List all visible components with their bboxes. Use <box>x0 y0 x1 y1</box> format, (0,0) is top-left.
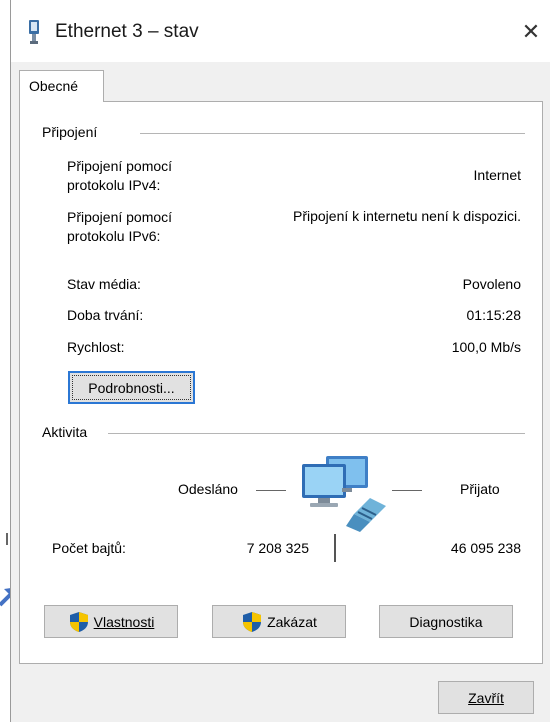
network-computers-icon <box>302 456 386 532</box>
background-edge-mark <box>6 533 8 545</box>
duration-label: Doba trvání: <box>67 307 144 323</box>
sent-connector-line <box>256 490 286 491</box>
sent-label: Odesláno <box>178 481 238 497</box>
close-icon[interactable]: ✕ <box>511 12 550 52</box>
bytes-sent-value: 7 208 325 <box>246 540 309 556</box>
bytes-divider <box>334 534 336 562</box>
activity-section-label: Aktivita <box>42 424 88 440</box>
details-button-label: Podrobnosti... <box>88 379 175 396</box>
ipv6-value: Připojení k internetu není k dispozici. <box>292 208 521 224</box>
ipv4-label: Připojení pomocí protokolu IPv4: <box>67 158 173 193</box>
properties-button-label: Vlastnosti <box>93 613 155 630</box>
connection-separator <box>140 133 525 134</box>
duration-value: 01:15:28 <box>466 307 522 323</box>
disable-button[interactable]: Zakázat <box>212 605 346 638</box>
bytes-received-value: 46 095 238 <box>450 540 521 556</box>
general-tab-panel: Připojení Připojení pomocí protokolu IPv… <box>19 101 543 664</box>
received-connector-line <box>392 490 422 491</box>
tab-general[interactable]: Obecné <box>19 70 104 102</box>
uac-shield-icon <box>243 611 262 632</box>
properties-button[interactable]: Vlastnosti <box>44 605 178 638</box>
disable-button-label: Zakázat <box>267 613 317 630</box>
close-button[interactable]: Zavřít <box>438 681 534 714</box>
uac-shield-icon <box>69 611 88 632</box>
media-state-label: Stav média: <box>67 276 141 292</box>
ethernet-status-window: Ethernet 3 – stav ✕ Obecné Připojení Při… <box>10 0 550 722</box>
received-label: Přijato <box>460 481 500 497</box>
title-bar[interactable]: Ethernet 3 – stav ✕ <box>11 0 550 62</box>
activity-separator <box>108 433 525 434</box>
media-state-value: Povoleno <box>462 276 521 292</box>
diagnose-button-label: Diagnostika <box>409 613 483 630</box>
details-button[interactable]: Podrobnosti... <box>68 371 195 404</box>
speed-label: Rychlost: <box>67 339 125 355</box>
close-button-label: Zavřít <box>468 689 504 706</box>
connection-section-label: Připojení <box>42 124 98 140</box>
window-title: Ethernet 3 – stav <box>55 21 199 42</box>
speed-value: 100,0 Mb/s <box>451 339 521 355</box>
diagnose-button[interactable]: Diagnostika <box>379 605 513 638</box>
ipv6-label: Připojení pomocí protokolu IPv6: <box>67 209 173 244</box>
ipv4-value: Internet <box>473 167 521 183</box>
bytes-label: Počet bajtů: <box>52 540 126 556</box>
ethernet-adapter-icon <box>29 20 39 44</box>
